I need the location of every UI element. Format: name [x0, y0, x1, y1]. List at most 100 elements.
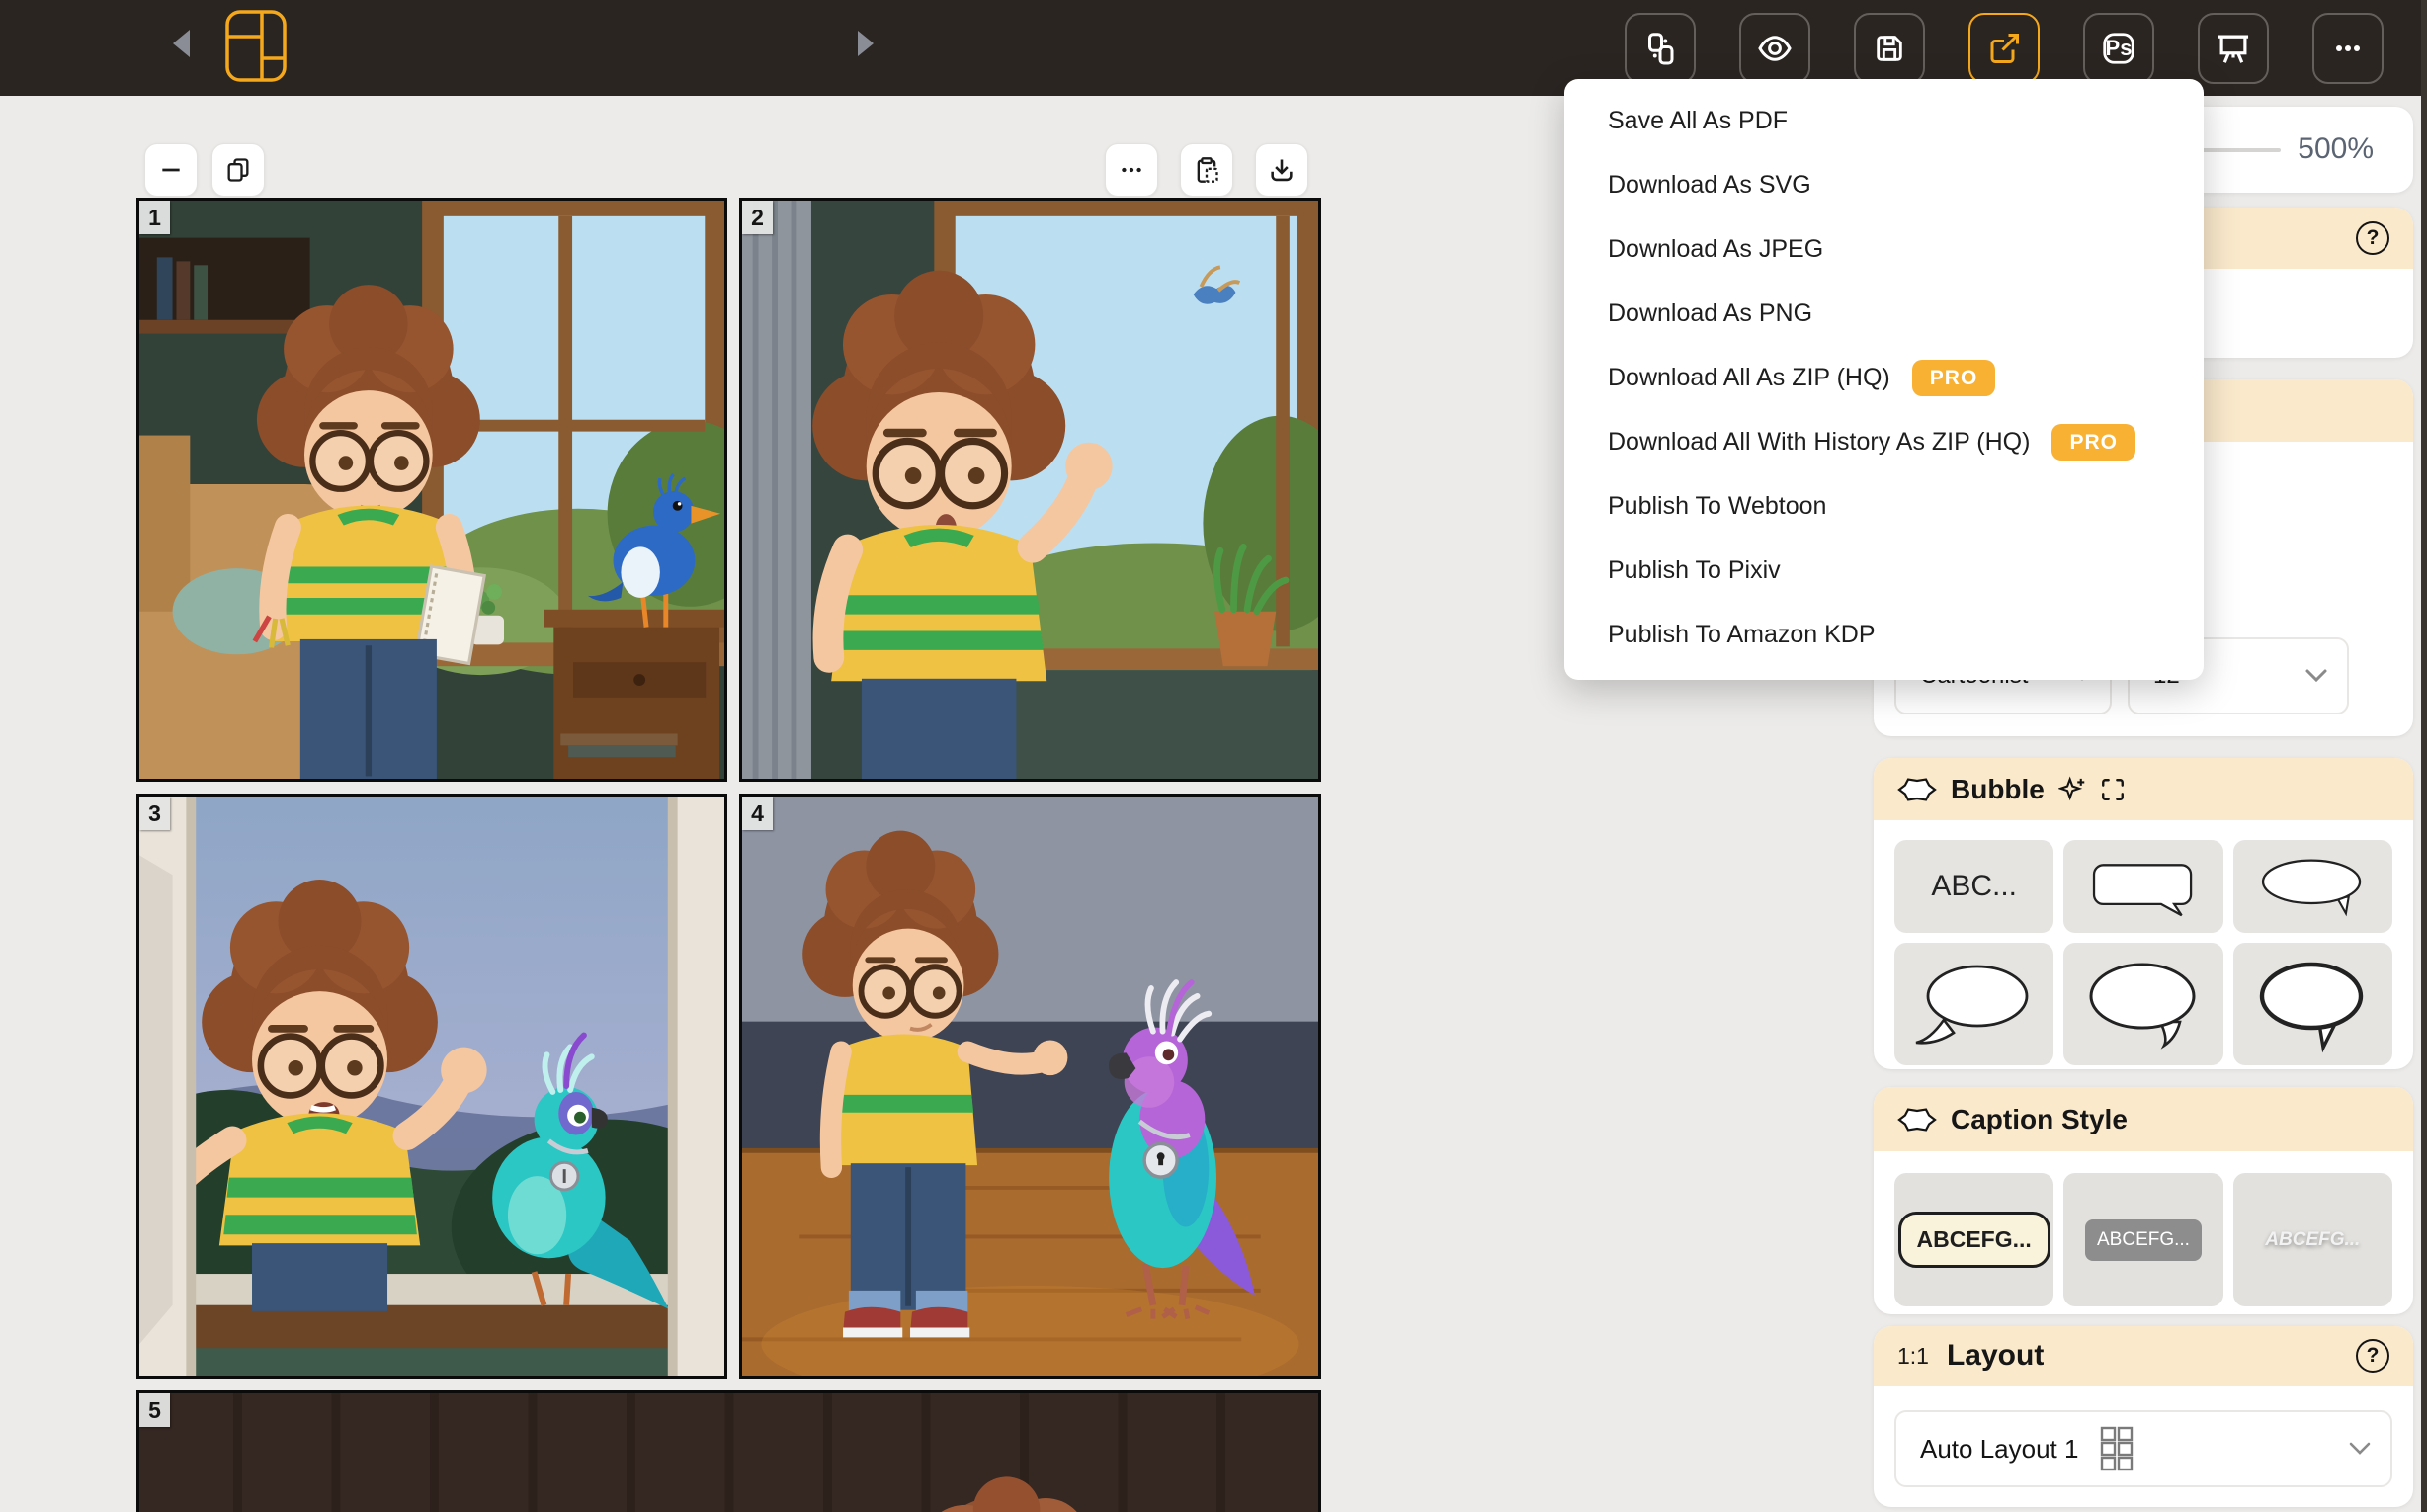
download-icon	[1268, 156, 1296, 184]
bubble-style-bold-ellipse[interactable]	[2233, 943, 2392, 1065]
menu-item-label: Download All With History As ZIP (HQ)	[1608, 428, 2030, 457]
zoom-value: 500%	[2298, 132, 2374, 166]
ellipsis-icon	[1119, 157, 1144, 183]
bubble-bold-ellipse-icon	[2248, 955, 2377, 1053]
layout-select[interactable]: Auto Layout 1	[1894, 1410, 2392, 1487]
versions-icon	[1642, 31, 1678, 66]
bubble-style-ellipse[interactable]	[2233, 840, 2392, 933]
menu-item-download-as-jpeg[interactable]: Download As JPEG	[1564, 217, 2204, 282]
topbar-actions: Ps	[1625, 13, 2384, 84]
menu-item-publish-pixiv[interactable]: Publish To Pixiv	[1564, 539, 2204, 603]
sparkles-icon[interactable]	[2058, 776, 2086, 803]
panel-3-art	[139, 797, 724, 1376]
bubble-panel-title: Bubble	[1951, 774, 2045, 805]
menu-item-label: Download As SVG	[1608, 171, 1811, 200]
save-button[interactable]	[1854, 13, 1925, 84]
layout-panel-header: 1:1 Layout ?	[1874, 1326, 2413, 1386]
chevron-down-icon	[2303, 668, 2329, 684]
expand-selection-icon[interactable]	[2100, 777, 2126, 802]
comic-panel-4[interactable]: 4	[739, 794, 1321, 1379]
menu-item-label: Download All As ZIP (HQ)	[1608, 364, 1890, 392]
speech-bubble-icon	[1897, 776, 1937, 803]
grid-layout-icon	[2100, 1426, 2134, 1471]
bubble-panel-header: Bubble	[1874, 758, 2413, 820]
panel-number-badge: 1	[139, 201, 170, 234]
menu-item-save-all-as-pdf[interactable]: Save All As PDF	[1564, 89, 2204, 153]
bubble-style-grid: ABC...	[1894, 840, 2392, 1065]
comic-panel-1[interactable]: 1	[136, 198, 727, 782]
presentation-icon	[2215, 30, 2252, 67]
chevron-down-icon	[2347, 1441, 2373, 1457]
panel-number-badge: 2	[742, 201, 773, 234]
export-button[interactable]	[1968, 13, 2040, 84]
caption-style-plain[interactable]: ABCEFG...	[2233, 1173, 2392, 1306]
menu-item-label: Publish To Webtoon	[1608, 492, 1826, 521]
help-icon[interactable]: ?	[2356, 221, 2389, 255]
eye-icon	[1757, 31, 1793, 66]
remove-page-button[interactable]	[144, 143, 198, 197]
preview-button[interactable]	[1739, 13, 1810, 84]
menu-item-label: Save All As PDF	[1608, 107, 1788, 135]
versions-button[interactable]	[1625, 13, 1696, 84]
panel-number-badge: 4	[742, 797, 773, 830]
bubble-style-label: ABC...	[1931, 870, 2017, 903]
ellipsis-icon	[2330, 31, 2366, 66]
photoshop-export-button[interactable]: Ps	[2083, 13, 2154, 84]
bubble-rounded-rect-icon	[2082, 854, 2205, 919]
prev-page-icon[interactable]	[173, 30, 190, 57]
page-toolbar-right	[1105, 143, 1308, 197]
layout-value: Auto Layout 1	[1920, 1434, 2078, 1465]
page-toolbar-left	[144, 143, 265, 197]
caption-sample: ABCEFG...	[1898, 1212, 2050, 1268]
menu-item-label: Publish To Pixiv	[1608, 556, 1781, 585]
caption-style-grid: ABCEFG... ABCEFG... ABCEFG...	[1894, 1173, 2392, 1306]
download-page-button[interactable]	[1255, 143, 1308, 197]
layout-panel: 1:1 Layout ? Auto Layout 1	[1874, 1326, 2413, 1507]
bubble-style-tail-right[interactable]	[2063, 943, 2222, 1065]
menu-item-publish-amazon-kdp[interactable]: Publish To Amazon KDP	[1564, 603, 2204, 667]
presentation-button[interactable]	[2198, 13, 2269, 84]
duplicate-page-button[interactable]	[211, 143, 265, 197]
layout-panel-title: Layout	[1947, 1339, 2044, 1373]
export-menu: Save All As PDF Download As SVG Download…	[1564, 79, 2204, 680]
comic-panel-5[interactable]: 5	[136, 1390, 1321, 1512]
page-layout-thumbnail[interactable]	[225, 10, 287, 82]
comic-panel-2[interactable]: 2	[739, 198, 1321, 782]
comic-page-canvas: 1	[136, 198, 1321, 1512]
paste-button[interactable]	[1180, 143, 1233, 197]
menu-item-label: Download As PNG	[1608, 299, 1812, 328]
caption-style-outlined[interactable]: ABCEFG...	[1894, 1173, 2053, 1306]
more-options-button[interactable]	[2312, 13, 2384, 84]
panel-2-art	[742, 201, 1318, 779]
page-more-button[interactable]	[1105, 143, 1158, 197]
menu-item-publish-webtoon[interactable]: Publish To Webtoon	[1564, 474, 2204, 539]
caption-style-panel: Caption Style ABCEFG... ABCEFG... ABCEFG…	[1874, 1087, 2413, 1314]
caption-sample: ABCEFG...	[2085, 1219, 2202, 1261]
menu-item-download-all-history-zip[interactable]: Download All With History As ZIP (HQ) PR…	[1564, 410, 2204, 474]
export-icon	[1986, 31, 2022, 66]
caption-panel-title: Caption Style	[1951, 1104, 2128, 1135]
menu-item-download-all-zip[interactable]: Download All As ZIP (HQ) PRO	[1564, 346, 2204, 410]
caption-style-filled[interactable]: ABCEFG...	[2063, 1173, 2222, 1306]
help-icon[interactable]: ?	[2356, 1339, 2389, 1373]
panel-number-badge: 3	[139, 797, 170, 830]
comic-editor-app: Ps	[0, 0, 2427, 1512]
pro-badge: PRO	[1912, 360, 1996, 396]
bubble-style-text[interactable]: ABC...	[1894, 840, 2053, 933]
bubble-style-rounded-rect[interactable]	[2063, 840, 2222, 933]
menu-item-download-as-svg[interactable]: Download As SVG	[1564, 153, 2204, 217]
comic-panel-3[interactable]: 3	[136, 794, 727, 1379]
panel-5-art	[139, 1393, 1318, 1512]
aspect-ratio-label: 1:1	[1897, 1343, 1929, 1370]
pro-badge: PRO	[2051, 424, 2135, 461]
menu-item-label: Download As JPEG	[1608, 235, 1823, 264]
panel-4-art	[742, 797, 1318, 1376]
window-scrollbar[interactable]	[2421, 0, 2427, 1512]
menu-item-download-as-png[interactable]: Download As PNG	[1564, 282, 2204, 346]
bubble-style-tail-left[interactable]	[1894, 943, 2053, 1065]
bubble-ellipse-icon	[2251, 854, 2374, 919]
save-icon	[1873, 32, 1906, 65]
next-page-icon[interactable]	[858, 31, 874, 56]
caption-sample: ABCEFG...	[2265, 1229, 2360, 1251]
clipboard-icon	[1193, 156, 1220, 184]
